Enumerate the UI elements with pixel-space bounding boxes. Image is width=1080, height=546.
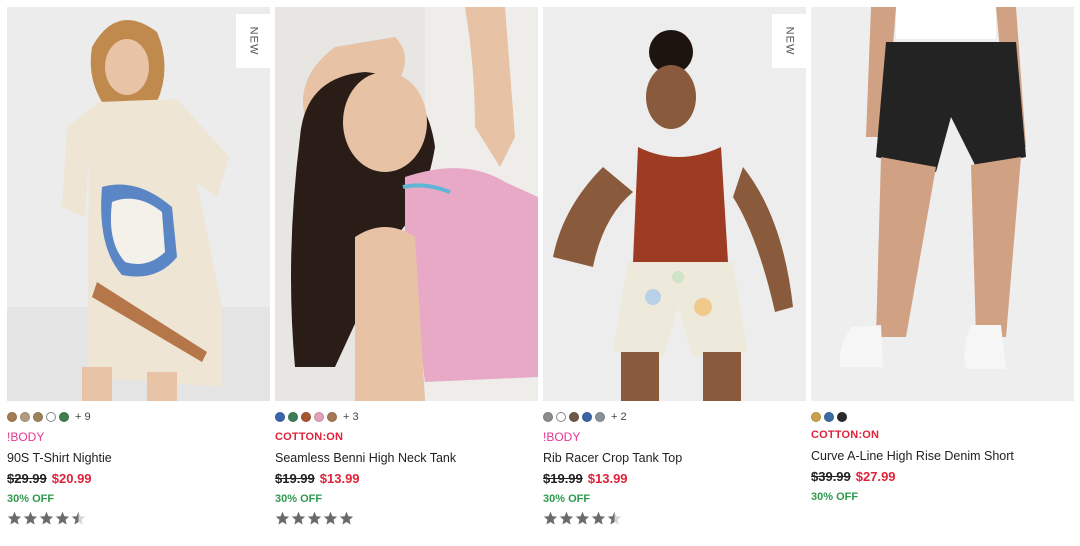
swatch[interactable] bbox=[314, 412, 324, 422]
price-row: $39.99 $27.99 bbox=[811, 469, 1074, 485]
brand-label[interactable]: !BODY bbox=[543, 430, 806, 444]
product-name[interactable]: Seamless Benni High Neck Tank bbox=[275, 450, 538, 466]
swatch[interactable] bbox=[46, 412, 56, 422]
product-grid: NEW + 9 !BODY 90S T-Shirt Nightie $29.99… bbox=[0, 0, 1080, 546]
star-icon bbox=[39, 511, 54, 525]
star-icon bbox=[275, 511, 290, 525]
swatch[interactable] bbox=[595, 412, 605, 422]
product-name[interactable]: Rib Racer Crop Tank Top bbox=[543, 450, 806, 466]
product-name[interactable]: Curve A-Line High Rise Denim Short bbox=[811, 448, 1074, 464]
product-image[interactable]: NEW bbox=[7, 7, 270, 401]
brand-label[interactable]: !BODY bbox=[7, 430, 270, 444]
swatch[interactable] bbox=[556, 412, 566, 422]
discount-label: 30% OFF bbox=[811, 491, 859, 503]
star-icon bbox=[559, 511, 574, 525]
star-icon bbox=[323, 511, 338, 525]
swatch[interactable] bbox=[7, 412, 17, 422]
color-swatches: + 3 bbox=[275, 410, 538, 424]
original-price: $19.99 bbox=[275, 471, 315, 486]
star-icon bbox=[291, 511, 306, 525]
swatch[interactable] bbox=[301, 412, 311, 422]
swatch[interactable] bbox=[33, 412, 43, 422]
color-swatches bbox=[811, 410, 1074, 424]
brand-label[interactable]: COTTON:ON bbox=[811, 428, 1074, 442]
swatch[interactable] bbox=[275, 412, 285, 422]
sale-price: $13.99 bbox=[587, 471, 628, 486]
swatch[interactable] bbox=[543, 412, 553, 422]
product-card[interactable]: COTTON:ON Curve A-Line High Rise Denim S… bbox=[811, 7, 1074, 542]
star-icon bbox=[339, 511, 354, 525]
color-swatches: + 2 bbox=[543, 410, 806, 424]
star-icon bbox=[7, 511, 22, 525]
swatch[interactable] bbox=[20, 412, 30, 422]
swatch[interactable] bbox=[582, 412, 592, 422]
star-icon bbox=[591, 511, 606, 525]
star-icon bbox=[71, 511, 86, 525]
star-rating bbox=[275, 511, 538, 526]
product-image[interactable] bbox=[275, 7, 538, 401]
swatch[interactable] bbox=[288, 412, 298, 422]
star-icon bbox=[307, 511, 322, 525]
discount-label: 30% OFF bbox=[543, 493, 591, 505]
star-icon bbox=[55, 511, 70, 525]
product-card[interactable]: NEW + 2 !BODY Rib Racer Crop Tank Top $1… bbox=[543, 7, 806, 542]
swatch[interactable] bbox=[811, 412, 821, 422]
sale-price: $27.99 bbox=[855, 469, 896, 484]
product-name[interactable]: 90S T-Shirt Nightie bbox=[7, 450, 270, 466]
swatch[interactable] bbox=[569, 412, 579, 422]
star-icon bbox=[543, 511, 558, 525]
discount-label: 30% OFF bbox=[275, 493, 323, 505]
swatch[interactable] bbox=[824, 412, 834, 422]
price-row: $19.99 $13.99 bbox=[275, 471, 538, 487]
original-price: $39.99 bbox=[811, 469, 851, 484]
star-icon bbox=[575, 511, 590, 525]
swatch[interactable] bbox=[837, 412, 847, 422]
price-row: $19.99 $13.99 bbox=[543, 471, 806, 487]
color-swatches: + 9 bbox=[7, 410, 270, 424]
sale-price: $13.99 bbox=[319, 471, 360, 486]
discount-label: 30% OFF bbox=[7, 493, 55, 505]
new-badge: NEW bbox=[772, 14, 806, 68]
original-price: $19.99 bbox=[543, 471, 583, 486]
product-card[interactable]: NEW + 9 !BODY 90S T-Shirt Nightie $29.99… bbox=[7, 7, 270, 542]
original-price: $29.99 bbox=[7, 471, 47, 486]
product-image[interactable] bbox=[811, 7, 1074, 401]
swatch[interactable] bbox=[59, 412, 69, 422]
sale-price: $20.99 bbox=[51, 471, 92, 486]
more-colors-link[interactable]: + 3 bbox=[343, 411, 359, 423]
product-image[interactable]: NEW bbox=[543, 7, 806, 401]
more-colors-link[interactable]: + 2 bbox=[611, 411, 627, 423]
star-icon bbox=[607, 511, 622, 525]
star-icon bbox=[23, 511, 38, 525]
swatch[interactable] bbox=[327, 412, 337, 422]
star-rating bbox=[7, 511, 270, 526]
brand-label[interactable]: COTTON:ON bbox=[275, 430, 538, 444]
more-colors-link[interactable]: + 9 bbox=[75, 411, 91, 423]
product-card[interactable]: + 3 COTTON:ON Seamless Benni High Neck T… bbox=[275, 7, 538, 542]
price-row: $29.99 $20.99 bbox=[7, 471, 270, 487]
new-badge: NEW bbox=[236, 14, 270, 68]
star-rating bbox=[543, 511, 806, 526]
